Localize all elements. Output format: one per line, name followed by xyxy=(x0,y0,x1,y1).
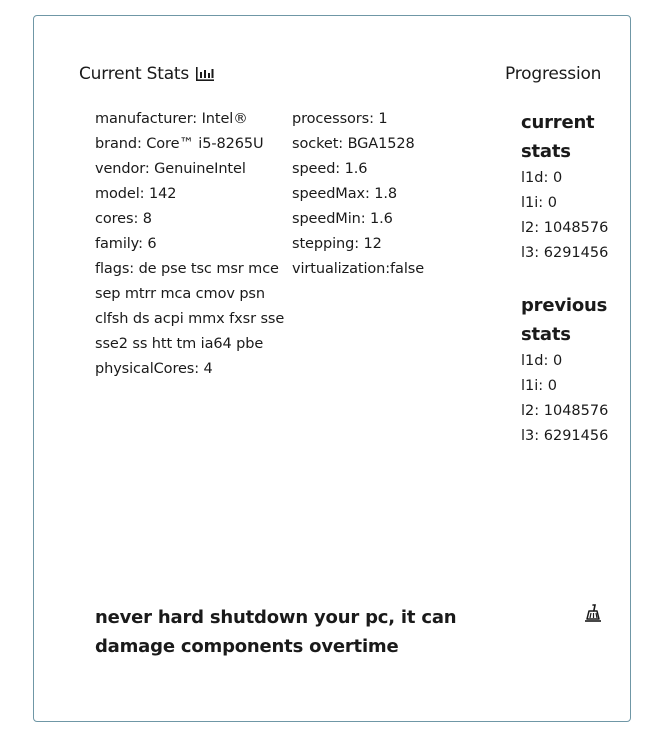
current-l1d: l1d: 0 xyxy=(521,170,563,186)
previous-cache-stats: previous stats l1d: 0 l1i: 0 l2: 1048576… xyxy=(521,291,621,449)
previous-l3: l3: 6291456 xyxy=(521,428,609,444)
stat-manufacturer: manufacturer: Intel® xyxy=(95,111,248,127)
tip-text: never hard shutdown your pc, it can dama… xyxy=(95,607,457,657)
previous-l2: l2: 1048576 xyxy=(521,403,609,419)
previous-l1d: l1d: 0 xyxy=(521,353,563,369)
previous-l1i: l1i: 0 xyxy=(521,378,558,394)
bar-chart-icon xyxy=(196,67,215,81)
stat-virtualization: virtualization:false xyxy=(292,261,425,277)
current-l2: l2: 1048576 xyxy=(521,220,609,236)
current-stats-header: Current Stats xyxy=(79,64,215,84)
stat-stepping: stepping: 12 xyxy=(292,236,382,252)
previous-stats-heading: previous stats xyxy=(521,295,608,345)
current-l3: l3: 6291456 xyxy=(521,245,609,261)
progression-panel: current stats l1d: 0 l1i: 0 l2: 1048576 … xyxy=(521,108,621,474)
stat-cores: cores: 8 xyxy=(95,211,152,227)
stat-model: model: 142 xyxy=(95,186,177,202)
stats-left-column: manufacturer: Intel® brand: Core™ i5-826… xyxy=(95,107,290,382)
stat-flags: flags: de pse tsc msr mce sep mtrr mca c… xyxy=(95,261,285,352)
stat-processors: processors: 1 xyxy=(292,111,388,127)
stat-family: family: 6 xyxy=(95,236,157,252)
current-stats-heading: current stats xyxy=(521,112,595,162)
stat-socket: socket: BGA1528 xyxy=(292,136,415,152)
current-stats-title: Current Stats xyxy=(79,64,190,84)
stat-physical-cores: physicalCores: 4 xyxy=(95,361,213,377)
stat-brand: brand: Core™ i5-8265U xyxy=(95,136,264,152)
current-cache-stats: current stats l1d: 0 l1i: 0 l2: 1048576 … xyxy=(521,108,621,266)
broom-icon xyxy=(585,604,601,622)
stat-vendor: vendor: GenuineIntel xyxy=(95,161,246,177)
stats-right-column: processors: 1 socket: BGA1528 speed: 1.6… xyxy=(292,107,452,282)
stat-speed-max: speedMax: 1.8 xyxy=(292,186,398,202)
current-l1i: l1i: 0 xyxy=(521,195,558,211)
progression-title: Progression xyxy=(505,64,602,84)
stat-speed-min: speedMin: 1.6 xyxy=(292,211,393,227)
stat-speed: speed: 1.6 xyxy=(292,161,368,177)
